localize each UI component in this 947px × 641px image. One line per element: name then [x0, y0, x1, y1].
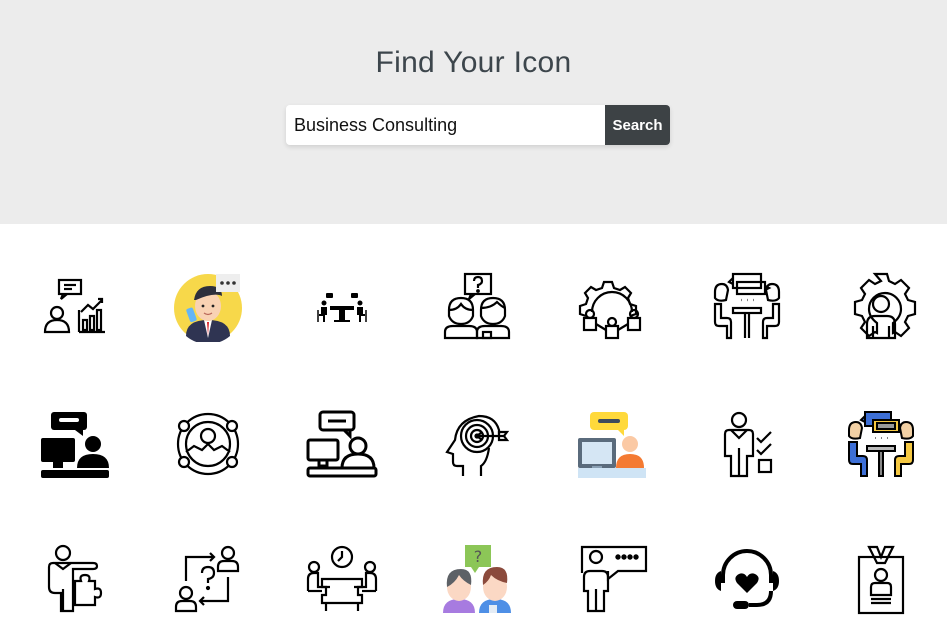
head-target-icon	[445, 414, 510, 476]
people-question-color-icon: ?	[443, 545, 511, 613]
icon-result[interactable]	[297, 534, 387, 624]
search-button[interactable]: Search	[605, 105, 670, 145]
presenter-speech-icon	[580, 545, 648, 613]
icon-result[interactable]	[836, 399, 926, 489]
icon-result[interactable]	[297, 399, 387, 489]
icon-grid: ?	[0, 224, 947, 641]
icon-result[interactable]	[432, 399, 522, 489]
icon-result[interactable]	[163, 261, 253, 351]
online-consulting-outline-icon	[306, 410, 378, 478]
svg-text:?: ?	[474, 547, 483, 566]
icon-result[interactable]	[30, 261, 120, 351]
online-consulting-color-icon	[578, 412, 646, 478]
businessman-phone-icon	[174, 274, 242, 342]
icon-result[interactable]	[702, 261, 792, 351]
icon-result[interactable]	[836, 534, 926, 624]
icon-result[interactable]	[702, 534, 792, 624]
people-question-icon	[443, 272, 511, 340]
icon-result[interactable]	[163, 399, 253, 489]
icon-result[interactable]	[163, 534, 253, 624]
icon-result[interactable]	[30, 534, 120, 624]
icon-result[interactable]: ?	[432, 534, 522, 624]
meeting-discussion-icon	[713, 272, 781, 340]
meeting-clock-icon	[306, 545, 378, 611]
icon-result[interactable]	[30, 399, 120, 489]
meeting-discussion-color-icon	[848, 411, 914, 477]
headset-heart-icon	[715, 549, 779, 609]
gear-team-icon	[578, 280, 642, 340]
icon-result[interactable]	[567, 534, 657, 624]
consultant-chart-icon	[43, 278, 105, 334]
exchange-question-icon	[174, 545, 240, 613]
online-consulting-solid-icon	[41, 412, 109, 478]
person-puzzle-icon	[47, 544, 103, 613]
icon-result[interactable]	[297, 261, 387, 351]
icon-result[interactable]	[432, 261, 522, 351]
gear-person-icon	[853, 272, 917, 340]
page-title: Find Your Icon	[375, 46, 572, 79]
icon-result[interactable]	[836, 261, 926, 351]
hero-header: Find Your Icon Search	[0, 0, 947, 224]
icon-result[interactable]	[567, 261, 657, 351]
id-badge-icon	[857, 545, 905, 615]
icon-result[interactable]	[702, 399, 792, 489]
search-input[interactable]	[286, 105, 605, 145]
icon-result[interactable]	[567, 399, 657, 489]
profile-network-icon	[176, 412, 240, 476]
person-checklist-icon	[723, 411, 773, 478]
search-bar: Search	[286, 105, 670, 145]
meeting-table-icon	[317, 293, 367, 322]
